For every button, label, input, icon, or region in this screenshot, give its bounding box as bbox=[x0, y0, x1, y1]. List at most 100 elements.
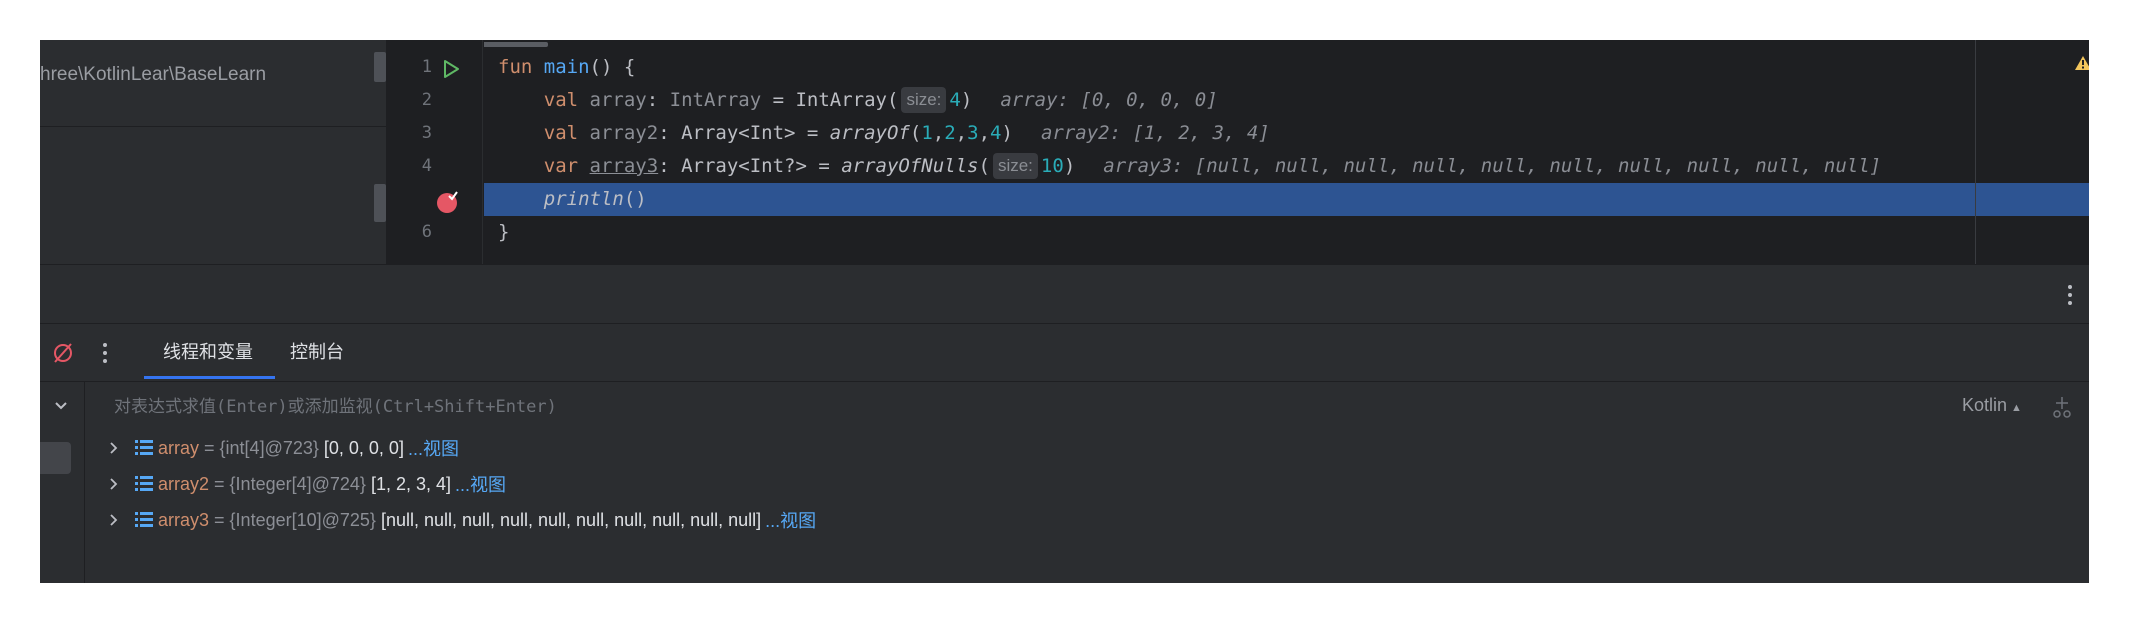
project-scrollbar-thumb-2[interactable] bbox=[374, 184, 386, 222]
code-text: () bbox=[623, 188, 647, 210]
variable-value: [1, 2, 3, 4] bbox=[365, 473, 451, 494]
add-watch-icon[interactable] bbox=[2050, 395, 2074, 419]
selected-frame[interactable] bbox=[40, 442, 71, 474]
keyword: fun bbox=[498, 56, 533, 78]
number-literal: 3 bbox=[967, 122, 979, 144]
code-text: , bbox=[955, 122, 968, 144]
frames-collapse-area bbox=[40, 382, 85, 432]
chevron-down-icon[interactable] bbox=[51, 396, 71, 416]
variable-type: {Integer[10]@725} bbox=[229, 509, 376, 530]
variable-value: [null, null, null, null, null, null, nul… bbox=[375, 509, 762, 530]
function-name: main bbox=[543, 56, 590, 78]
code-line-5-current[interactable]: println() bbox=[484, 183, 2089, 216]
dropdown-arrow-icon: ▲ bbox=[2011, 402, 2022, 414]
ide-window: hree\KotlinLear\BaseLearn 1 2 3 4 6 fun … bbox=[40, 40, 2089, 583]
variable-name: array3 bbox=[589, 155, 659, 177]
chevron-right-icon[interactable] bbox=[106, 476, 122, 492]
parameter-hint: size: bbox=[992, 153, 1038, 179]
project-panel: hree\KotlinLear\BaseLearn bbox=[40, 40, 386, 264]
variable-name: array3 bbox=[158, 509, 210, 530]
code-line-3[interactable]: val array2: Array<Int> = arrayOf(1,2,3,4… bbox=[484, 117, 2089, 150]
view-link[interactable]: ...视图 bbox=[408, 435, 459, 461]
variable-equals: = bbox=[209, 473, 230, 494]
chevron-right-icon[interactable] bbox=[106, 440, 122, 456]
variable-row[interactable]: array = {int[4]@723} [0, 0, 0, 0] ...视图 bbox=[106, 435, 459, 461]
inline-value-hint: array3: [null, null, null, null, null, n… bbox=[1103, 155, 1882, 177]
variable-value: [0, 0, 0, 0] bbox=[318, 437, 404, 458]
code-text: ) bbox=[960, 89, 973, 111]
code-text: () { bbox=[589, 56, 636, 78]
variable-name: array bbox=[158, 437, 200, 458]
line-number: 1 bbox=[421, 57, 432, 77]
frames-panel bbox=[40, 432, 85, 583]
variable-equals: = bbox=[199, 437, 220, 458]
code-text: , bbox=[932, 122, 945, 144]
chevron-right-icon[interactable] bbox=[106, 512, 122, 528]
editor-gutter[interactable]: 1 2 3 4 6 bbox=[386, 40, 484, 264]
evaluate-expression-bar: Kotlin▲ bbox=[40, 381, 2089, 432]
inline-value-hint: array: [0, 0, 0, 0] bbox=[1000, 89, 1218, 111]
line-number: 4 bbox=[421, 156, 432, 176]
mute-breakpoints-icon[interactable] bbox=[52, 342, 74, 364]
breakpoint-icon[interactable] bbox=[436, 190, 460, 214]
keyword: var bbox=[543, 155, 579, 177]
tab-console[interactable]: 控制台 bbox=[290, 338, 344, 364]
function-call: println bbox=[543, 188, 624, 210]
tab-threads-and-variables[interactable]: 线程和变量 bbox=[163, 338, 253, 364]
fold-divider bbox=[482, 40, 483, 264]
debug-toolwindow-header bbox=[40, 264, 2089, 323]
evaluate-expression-input[interactable] bbox=[102, 382, 1674, 432]
keyword: val bbox=[543, 89, 579, 111]
variable-row[interactable]: array3 = {Integer[10]@725} [null, null, … bbox=[106, 507, 816, 533]
number-literal: 2 bbox=[944, 122, 956, 144]
view-link[interactable]: ...视图 bbox=[765, 507, 816, 533]
panel-divider bbox=[40, 126, 386, 127]
function-call: arrayOfNulls bbox=[841, 155, 979, 177]
variable-type: {int[4]@723} bbox=[219, 437, 319, 458]
array-icon bbox=[135, 440, 153, 455]
warnings-indicator[interactable]: 4 bbox=[2074, 52, 2089, 73]
parameter-hint: size: bbox=[901, 87, 947, 113]
code-editor[interactable]: 1 2 3 4 6 fun main() { val array: IntArr… bbox=[386, 40, 2089, 264]
project-scrollbar-thumb[interactable] bbox=[374, 52, 386, 82]
code-text: } bbox=[498, 221, 510, 243]
code-text: = IntArray( bbox=[761, 89, 899, 111]
variable-name: array bbox=[589, 89, 647, 111]
line-number: 2 bbox=[421, 90, 432, 110]
view-link[interactable]: ...视图 bbox=[455, 471, 506, 497]
active-tab-indicator bbox=[144, 376, 275, 379]
code-text: : Array<Int?> = bbox=[658, 155, 842, 177]
code-line-6[interactable]: } bbox=[484, 216, 2089, 249]
code-text: ( bbox=[978, 155, 990, 177]
code-area[interactable]: fun main() { val array: IntArray = IntAr… bbox=[484, 40, 2089, 264]
code-text: , bbox=[978, 122, 991, 144]
code-line-4[interactable]: var array3: Array<Int?> = arrayOfNulls(s… bbox=[484, 150, 2089, 183]
code-text: : Array<Int> = bbox=[658, 122, 830, 144]
variable-equals: = bbox=[209, 509, 230, 530]
code-text: : bbox=[646, 89, 670, 111]
variable-type: {Integer[4]@724} bbox=[229, 473, 366, 494]
array-icon bbox=[135, 512, 153, 527]
keyword: val bbox=[543, 122, 579, 144]
variable-row[interactable]: array2 = {Integer[4]@724} [1, 2, 3, 4] .… bbox=[106, 471, 506, 497]
variable-name: array2 bbox=[589, 122, 659, 144]
variables-panel: array = {int[4]@723} [0, 0, 0, 0] ...视图 … bbox=[40, 432, 2089, 583]
project-path[interactable]: hree\KotlinLear\BaseLearn bbox=[40, 64, 266, 86]
array-icon bbox=[135, 476, 153, 491]
language-label: Kotlin bbox=[1962, 395, 2008, 415]
number-literal: 10 bbox=[1040, 155, 1064, 177]
code-text: ) bbox=[1063, 155, 1076, 177]
code-line-2[interactable]: val array: IntArray = IntArray(size: 4) ar… bbox=[484, 84, 2089, 117]
type-name: IntArray bbox=[669, 89, 762, 111]
inline-value-hint: array2: [1, 2, 3, 4] bbox=[1040, 122, 1270, 144]
right-margin-guide bbox=[1975, 40, 1976, 264]
code-text: ( bbox=[909, 122, 922, 144]
tabbar-more-icon[interactable] bbox=[102, 342, 108, 364]
number-literal: 1 bbox=[921, 122, 933, 144]
code-line-1[interactable]: fun main() { bbox=[484, 51, 2089, 84]
debug-tab-bar: 线程和变量 控制台 bbox=[40, 323, 2089, 382]
run-gutter-icon[interactable] bbox=[440, 58, 462, 80]
code-text: ) bbox=[1001, 122, 1013, 144]
language-selector[interactable]: Kotlin ▲ bbox=[1962, 395, 2022, 416]
more-vertical-icon[interactable] bbox=[2067, 283, 2073, 307]
